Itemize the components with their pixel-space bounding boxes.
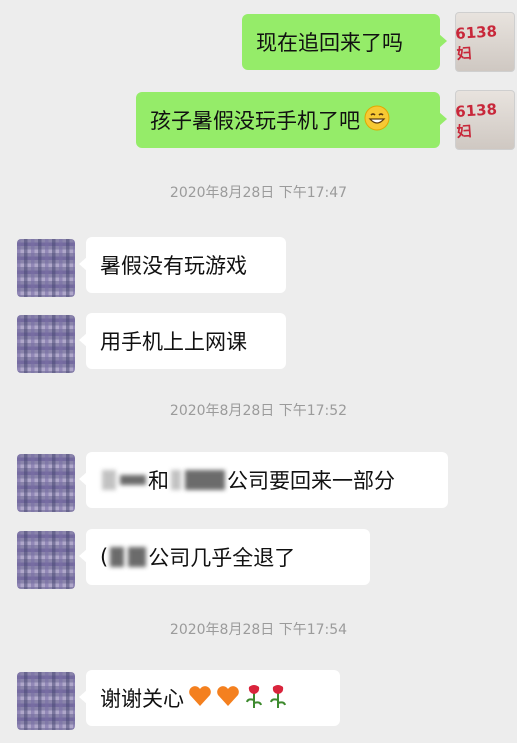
contact-avatar[interactable] [17, 239, 75, 297]
grinning-face-icon [364, 105, 390, 136]
message-text: 现在追回来了吗 [256, 31, 403, 55]
redacted-text [102, 470, 116, 490]
message-text: 孩子暑假没玩手机了吧 [150, 109, 360, 133]
message-bubble-incoming[interactable]: 和 公司要回来一部分 [79, 452, 448, 508]
sender-avatar[interactable]: 6138 妇 [455, 12, 515, 72]
orange-heart-icon [216, 685, 240, 712]
avatar-label: 6138 妇 [455, 99, 498, 141]
avatar-label: 6138 妇 [455, 21, 498, 63]
message-row-outgoing: 孩子暑假没玩手机了吧 6138 妇 [0, 90, 517, 152]
contact-avatar[interactable] [17, 672, 75, 730]
redacted-text [185, 470, 225, 490]
message-row-incoming: 暑假没有玩游戏 [0, 237, 517, 299]
redacted-text [171, 470, 181, 490]
message-row-outgoing: 现在追回来了吗 6138 妇 [0, 12, 517, 74]
timestamp: 2020年8月28日 下午17:52 [169, 403, 348, 419]
timestamp: 2020年8月28日 下午17:54 [169, 622, 348, 638]
message-row-incoming: ( 公司几乎全退了 [0, 529, 517, 591]
message-text: 用手机上上网课 [100, 330, 247, 354]
message-text-part: 公司几乎全退了 [148, 546, 296, 570]
message-bubble-outgoing[interactable]: 孩子暑假没玩手机了吧 [136, 92, 447, 148]
message-row-incoming: 和 公司要回来一部分 [0, 452, 517, 514]
contact-avatar[interactable] [17, 531, 75, 589]
redacted-text [128, 547, 147, 567]
message-text-part: 和 [148, 469, 169, 493]
message-bubble-incoming[interactable]: 谢谢关心 [79, 670, 340, 726]
message-bubble-incoming[interactable]: 暑假没有玩游戏 [79, 237, 286, 293]
sender-avatar[interactable]: 6138 妇 [455, 90, 515, 150]
timestamp: 2020年8月28日 下午17:47 [169, 185, 348, 201]
message-bubble-incoming[interactable]: 用手机上上网课 [79, 313, 286, 369]
message-text-part: 公司要回来一部分 [227, 469, 395, 493]
redacted-text [110, 547, 125, 567]
rose-icon [244, 683, 264, 714]
contact-avatar[interactable] [17, 454, 75, 512]
rose-icon [268, 683, 288, 714]
message-bubble-incoming[interactable]: ( 公司几乎全退了 [79, 529, 370, 585]
redacted-text [120, 475, 146, 485]
contact-avatar[interactable] [17, 315, 75, 373]
message-text: 暑假没有玩游戏 [100, 254, 247, 278]
message-row-incoming: 用手机上上网课 [0, 313, 517, 375]
message-text-part: ( [100, 545, 109, 569]
orange-heart-icon [188, 685, 212, 712]
message-row-incoming: 谢谢关心 [0, 670, 517, 732]
message-bubble-outgoing[interactable]: 现在追回来了吗 [242, 14, 447, 70]
message-text: 谢谢关心 [100, 687, 184, 711]
